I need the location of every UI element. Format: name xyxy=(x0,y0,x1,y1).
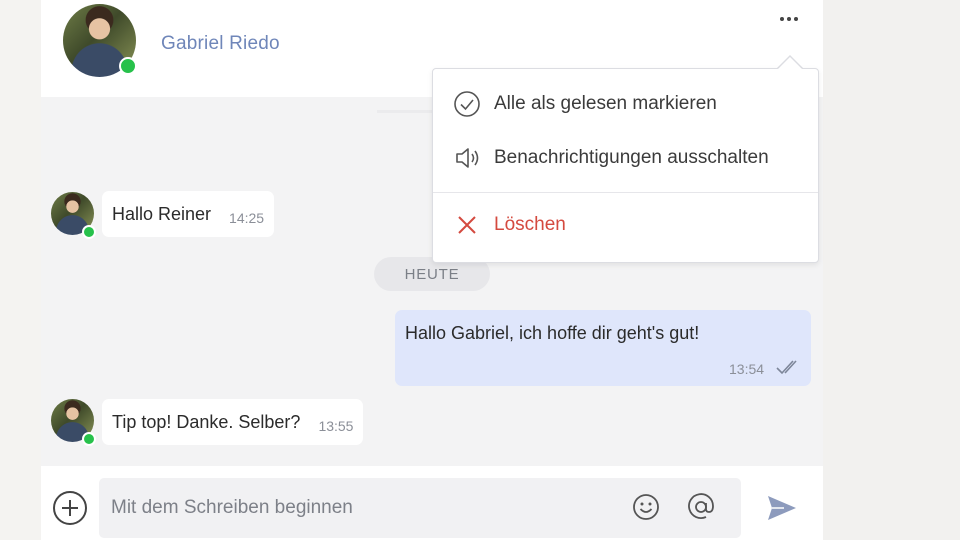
menu-caret-fill xyxy=(778,57,802,69)
menu-item-label: Alle als gelesen markieren xyxy=(494,93,717,114)
menu-divider xyxy=(433,192,818,193)
online-indicator xyxy=(82,225,96,239)
menu-item-delete[interactable]: Löschen xyxy=(433,200,818,250)
message-text: Tip top! Danke. Selber? xyxy=(112,411,301,432)
incoming-message[interactable]: Tip top! Danke. Selber? 13:55 xyxy=(102,399,364,445)
more-options-button[interactable] xyxy=(774,10,804,28)
right-margin xyxy=(823,0,960,540)
message-text: Hallo Gabriel, ich hoffe dir geht's gut! xyxy=(405,323,700,343)
online-indicator xyxy=(82,432,96,446)
menu-item-label: Löschen xyxy=(494,214,566,235)
double-check-icon xyxy=(776,360,797,375)
send-icon[interactable] xyxy=(766,494,798,522)
add-attachment-button[interactable] xyxy=(52,490,88,526)
outgoing-message[interactable]: Hallo Gabriel, ich hoffe dir geht's gut!… xyxy=(395,310,811,386)
menu-item-mark-read[interactable]: Alle als gelesen markieren xyxy=(433,79,818,129)
close-icon xyxy=(458,216,476,234)
message-time: 14:25 xyxy=(229,210,265,226)
options-menu: Alle als gelesen markieren Benachrichtig… xyxy=(432,68,819,263)
left-margin xyxy=(0,0,41,540)
message-composer xyxy=(41,466,823,540)
menu-item-label: Benachrichtigungen ausschalten xyxy=(494,147,769,168)
emoji-icon[interactable] xyxy=(631,492,661,522)
menu-item-mute[interactable]: Benachrichtigungen ausschalten xyxy=(433,133,818,183)
check-circle-icon xyxy=(454,91,480,117)
contact-name[interactable]: Gabriel Riedo xyxy=(161,33,280,55)
message-text: Hallo Reiner xyxy=(112,203,212,224)
message-time: 13:55 xyxy=(318,418,354,434)
speaker-icon xyxy=(456,148,479,168)
more-horizontal-icon xyxy=(780,17,798,21)
online-indicator xyxy=(119,57,137,75)
message-time: 13:54 xyxy=(729,361,765,377)
mention-icon[interactable] xyxy=(686,492,716,522)
incoming-message[interactable]: Hallo Reiner 14:25 xyxy=(102,191,275,237)
